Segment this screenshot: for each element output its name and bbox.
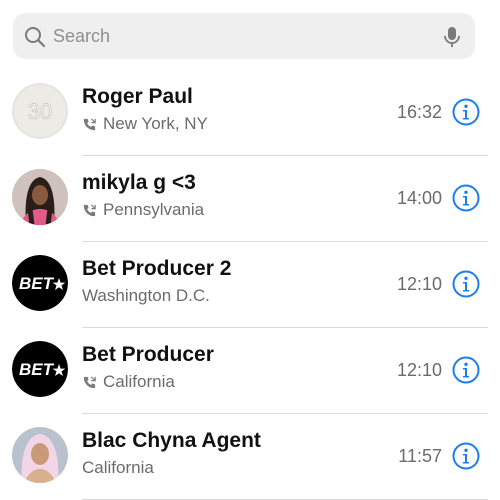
call-detail: California [82,372,175,392]
call-time: 11:57 [398,446,442,466]
call-location: Washington D.C. [82,286,210,305]
call-detail: New York, NY [82,114,208,134]
info-icon[interactable] [452,184,480,212]
call-location: Pennsylvania [103,200,205,219]
phone-icon [83,375,96,388]
call-detail: Washington D.C. [82,286,210,306]
call-row[interactable]: 30 Roger Paul New York, NY 16:32 [0,70,500,156]
contact-name: Bet Producer [82,343,214,366]
info-icon[interactable] [452,356,480,384]
search-bar[interactable] [13,13,475,59]
search-input[interactable] [53,13,433,59]
call-detail: Pennsylvania [82,200,204,220]
contact-name: Blac Chyna Agent [82,429,261,452]
avatar-label: 30 [28,99,52,124]
info-icon[interactable] [452,98,480,126]
avatar [12,427,68,483]
call-detail: California [82,458,154,478]
call-location: California [82,458,154,477]
call-time: 14:00 [396,188,442,208]
phone-icon [83,203,96,216]
call-location: New York, NY [103,114,208,133]
call-row[interactable]: BET Bet Producer 2 Washington D.C. 12:10 [0,242,500,328]
avatar-label: BET [19,360,55,379]
call-time: 12:10 [396,360,442,380]
call-row[interactable]: mikyla g <3 Pennsylvania 14:00 [0,156,500,242]
call-row[interactable]: Blac Chyna Agent California 11:57 [0,414,500,500]
contact-name: Bet Producer 2 [82,257,232,280]
recent-calls-list: 30 Roger Paul New York, NY 16:32 mikyla … [0,70,500,500]
info-icon[interactable] [452,442,480,470]
call-time: 12:10 [396,274,442,294]
call-time: 16:32 [396,102,442,122]
search-icon [25,27,46,48]
avatar: BET [12,341,68,397]
call-row[interactable]: BET Bet Producer California 12:10 [0,328,500,414]
phone-icon [83,117,96,130]
avatar [12,169,68,225]
info-icon[interactable] [452,270,480,298]
microphone-icon[interactable] [441,25,463,49]
avatar-label: BET [19,274,55,293]
call-location: California [103,372,175,391]
contact-name: mikyla g <3 [82,171,196,194]
avatar: BET [12,255,68,311]
avatar: 30 [12,83,68,139]
contact-name: Roger Paul [82,85,193,108]
